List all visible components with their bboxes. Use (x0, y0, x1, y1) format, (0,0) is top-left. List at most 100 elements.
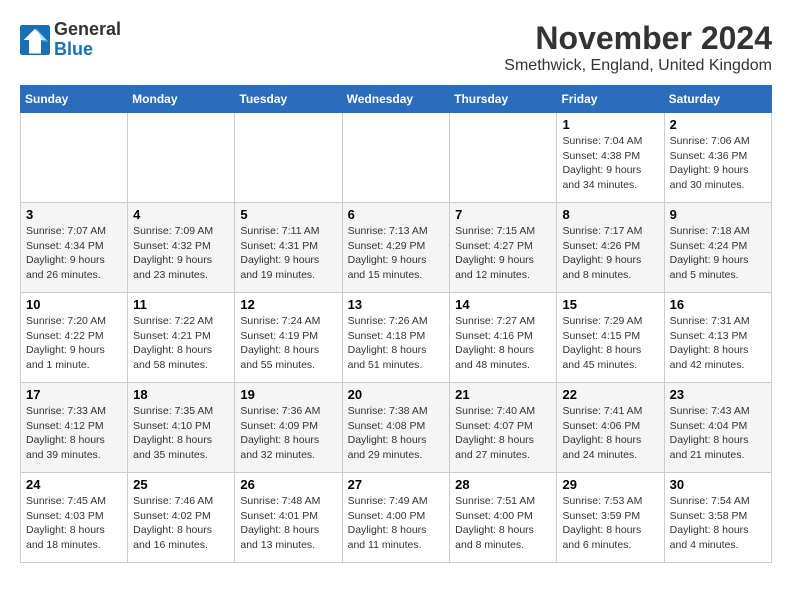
day-info: Sunrise: 7:09 AM Sunset: 4:32 PM Dayligh… (133, 224, 229, 283)
day-number: 6 (348, 207, 445, 222)
day-number: 27 (348, 477, 445, 492)
day-number: 8 (562, 207, 658, 222)
weekday-header-sunday: Sunday (21, 86, 128, 113)
calendar-cell (235, 113, 342, 203)
weekday-header-monday: Monday (128, 86, 235, 113)
calendar-cell: 14 Sunrise: 7:27 AM Sunset: 4:16 PM Dayli… (450, 293, 557, 383)
day-number: 16 (670, 297, 766, 312)
calendar-cell (450, 113, 557, 203)
day-info: Sunrise: 7:17 AM Sunset: 4:26 PM Dayligh… (562, 224, 658, 283)
day-number: 30 (670, 477, 766, 492)
day-info: Sunrise: 7:06 AM Sunset: 4:36 PM Dayligh… (670, 134, 766, 193)
day-info: Sunrise: 7:11 AM Sunset: 4:31 PM Dayligh… (240, 224, 336, 283)
day-number: 19 (240, 387, 336, 402)
day-info: Sunrise: 7:22 AM Sunset: 4:21 PM Dayligh… (133, 314, 229, 373)
day-number: 12 (240, 297, 336, 312)
calendar-cell: 17 Sunrise: 7:33 AM Sunset: 4:12 PM Dayli… (21, 383, 128, 473)
day-number: 24 (26, 477, 122, 492)
day-number: 15 (562, 297, 658, 312)
calendar-cell (342, 113, 450, 203)
day-number: 7 (455, 207, 551, 222)
day-info: Sunrise: 7:31 AM Sunset: 4:13 PM Dayligh… (670, 314, 766, 373)
day-info: Sunrise: 7:48 AM Sunset: 4:01 PM Dayligh… (240, 494, 336, 553)
day-info: Sunrise: 7:07 AM Sunset: 4:34 PM Dayligh… (26, 224, 122, 283)
day-number: 4 (133, 207, 229, 222)
day-info: Sunrise: 7:43 AM Sunset: 4:04 PM Dayligh… (670, 404, 766, 463)
calendar-cell: 20 Sunrise: 7:38 AM Sunset: 4:08 PM Dayli… (342, 383, 450, 473)
calendar-cell: 16 Sunrise: 7:31 AM Sunset: 4:13 PM Dayli… (664, 293, 771, 383)
day-number: 9 (670, 207, 766, 222)
day-info: Sunrise: 7:04 AM Sunset: 4:38 PM Dayligh… (562, 134, 658, 193)
weekday-header-tuesday: Tuesday (235, 86, 342, 113)
month-title: November 2024 (504, 20, 772, 57)
calendar-cell: 30 Sunrise: 7:54 AM Sunset: 3:58 PM Dayli… (664, 473, 771, 563)
weekday-header-thursday: Thursday (450, 86, 557, 113)
calendar-cell: 6 Sunrise: 7:13 AM Sunset: 4:29 PM Daylig… (342, 203, 450, 293)
day-info: Sunrise: 7:49 AM Sunset: 4:00 PM Dayligh… (348, 494, 445, 553)
weekday-header-friday: Friday (557, 86, 664, 113)
calendar-cell: 5 Sunrise: 7:11 AM Sunset: 4:31 PM Daylig… (235, 203, 342, 293)
day-info: Sunrise: 7:26 AM Sunset: 4:18 PM Dayligh… (348, 314, 445, 373)
weekday-header-wednesday: Wednesday (342, 86, 450, 113)
day-number: 3 (26, 207, 122, 222)
calendar-cell (128, 113, 235, 203)
calendar-cell: 29 Sunrise: 7:53 AM Sunset: 3:59 PM Dayli… (557, 473, 664, 563)
calendar-cell: 13 Sunrise: 7:26 AM Sunset: 4:18 PM Dayli… (342, 293, 450, 383)
calendar-cell: 3 Sunrise: 7:07 AM Sunset: 4:34 PM Daylig… (21, 203, 128, 293)
day-info: Sunrise: 7:54 AM Sunset: 3:58 PM Dayligh… (670, 494, 766, 553)
day-number: 29 (562, 477, 658, 492)
day-info: Sunrise: 7:33 AM Sunset: 4:12 PM Dayligh… (26, 404, 122, 463)
day-info: Sunrise: 7:40 AM Sunset: 4:07 PM Dayligh… (455, 404, 551, 463)
day-number: 26 (240, 477, 336, 492)
day-number: 18 (133, 387, 229, 402)
day-number: 2 (670, 117, 766, 132)
day-number: 11 (133, 297, 229, 312)
calendar-cell: 24 Sunrise: 7:45 AM Sunset: 4:03 PM Dayli… (21, 473, 128, 563)
day-info: Sunrise: 7:36 AM Sunset: 4:09 PM Dayligh… (240, 404, 336, 463)
day-info: Sunrise: 7:41 AM Sunset: 4:06 PM Dayligh… (562, 404, 658, 463)
calendar-cell: 12 Sunrise: 7:24 AM Sunset: 4:19 PM Dayli… (235, 293, 342, 383)
calendar-cell: 8 Sunrise: 7:17 AM Sunset: 4:26 PM Daylig… (557, 203, 664, 293)
logo-icon (20, 25, 50, 55)
day-info: Sunrise: 7:27 AM Sunset: 4:16 PM Dayligh… (455, 314, 551, 373)
calendar-cell: 4 Sunrise: 7:09 AM Sunset: 4:32 PM Daylig… (128, 203, 235, 293)
logo-text: General Blue (54, 20, 121, 60)
day-info: Sunrise: 7:29 AM Sunset: 4:15 PM Dayligh… (562, 314, 658, 373)
day-number: 17 (26, 387, 122, 402)
day-info: Sunrise: 7:13 AM Sunset: 4:29 PM Dayligh… (348, 224, 445, 283)
day-info: Sunrise: 7:53 AM Sunset: 3:59 PM Dayligh… (562, 494, 658, 553)
calendar-cell: 11 Sunrise: 7:22 AM Sunset: 4:21 PM Dayli… (128, 293, 235, 383)
location: Smethwick, England, United Kingdom (504, 57, 772, 75)
day-number: 14 (455, 297, 551, 312)
day-info: Sunrise: 7:18 AM Sunset: 4:24 PM Dayligh… (670, 224, 766, 283)
day-info: Sunrise: 7:46 AM Sunset: 4:02 PM Dayligh… (133, 494, 229, 553)
calendar-cell: 21 Sunrise: 7:40 AM Sunset: 4:07 PM Dayli… (450, 383, 557, 473)
calendar-cell: 19 Sunrise: 7:36 AM Sunset: 4:09 PM Dayli… (235, 383, 342, 473)
calendar-cell (21, 113, 128, 203)
day-number: 23 (670, 387, 766, 402)
day-info: Sunrise: 7:38 AM Sunset: 4:08 PM Dayligh… (348, 404, 445, 463)
day-info: Sunrise: 7:35 AM Sunset: 4:10 PM Dayligh… (133, 404, 229, 463)
calendar-cell: 10 Sunrise: 7:20 AM Sunset: 4:22 PM Dayli… (21, 293, 128, 383)
day-number: 28 (455, 477, 551, 492)
day-number: 5 (240, 207, 336, 222)
day-info: Sunrise: 7:51 AM Sunset: 4:00 PM Dayligh… (455, 494, 551, 553)
calendar-cell: 26 Sunrise: 7:48 AM Sunset: 4:01 PM Dayli… (235, 473, 342, 563)
day-number: 20 (348, 387, 445, 402)
day-number: 25 (133, 477, 229, 492)
day-number: 13 (348, 297, 445, 312)
calendar-cell: 23 Sunrise: 7:43 AM Sunset: 4:04 PM Dayli… (664, 383, 771, 473)
calendar-cell: 27 Sunrise: 7:49 AM Sunset: 4:00 PM Dayli… (342, 473, 450, 563)
calendar-cell: 15 Sunrise: 7:29 AM Sunset: 4:15 PM Dayli… (557, 293, 664, 383)
day-number: 21 (455, 387, 551, 402)
logo: General Blue (20, 20, 121, 60)
calendar-cell: 1Sunrise: 7:04 AM Sunset: 4:38 PM Daylig… (557, 113, 664, 203)
header: General Blue November 2024 Smethwick, En… (20, 20, 772, 75)
day-number: 10 (26, 297, 122, 312)
day-info: Sunrise: 7:45 AM Sunset: 4:03 PM Dayligh… (26, 494, 122, 553)
calendar-cell: 22 Sunrise: 7:41 AM Sunset: 4:06 PM Dayli… (557, 383, 664, 473)
day-number: 22 (562, 387, 658, 402)
calendar-cell: 25 Sunrise: 7:46 AM Sunset: 4:02 PM Dayli… (128, 473, 235, 563)
day-info: Sunrise: 7:20 AM Sunset: 4:22 PM Dayligh… (26, 314, 122, 373)
day-info: Sunrise: 7:24 AM Sunset: 4:19 PM Dayligh… (240, 314, 336, 373)
